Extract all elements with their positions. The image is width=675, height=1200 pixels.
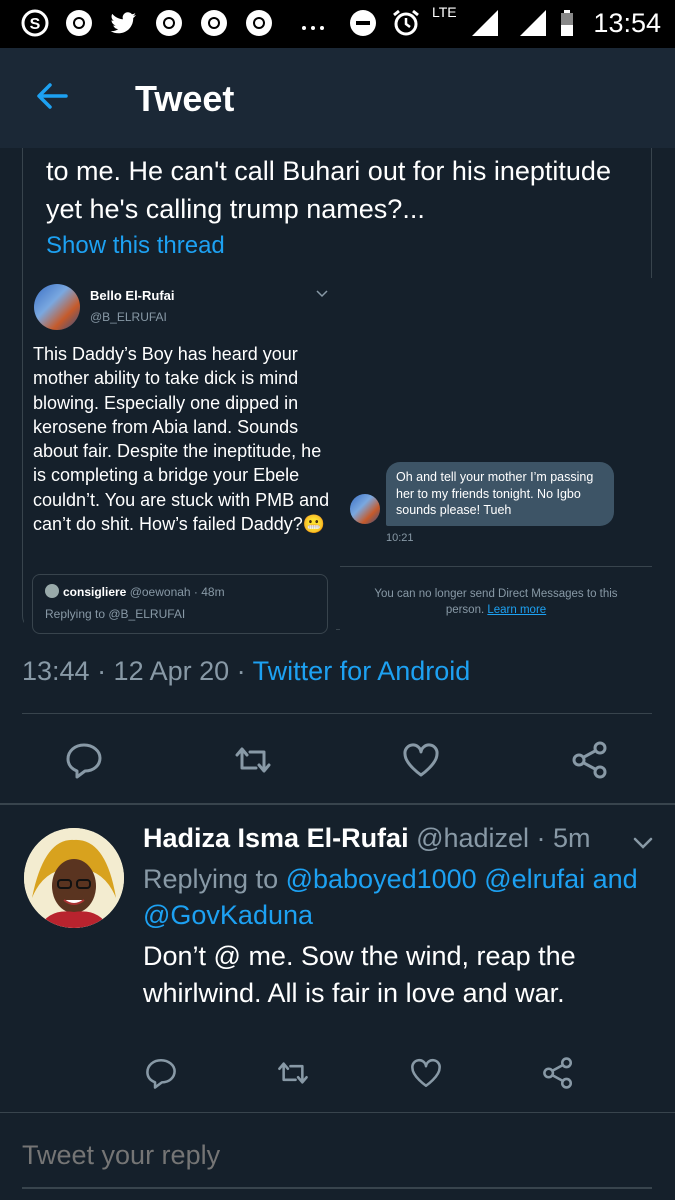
reply-tweet-text: Don’t @ me. Sow the wind, reap the whirl…	[143, 941, 576, 1008]
chrome-icon	[66, 10, 92, 36]
alarm-icon	[393, 9, 419, 36]
do-not-disturb-icon	[350, 10, 376, 36]
network-type: LTE	[432, 4, 457, 20]
replying-to: Replying to @baboyed1000 @elrufai and @Go…	[143, 864, 638, 930]
chevron-down-icon	[316, 290, 328, 298]
embedded-replying-to: Replying to @B_ELRUFAI	[45, 607, 186, 621]
retweet-icon[interactable]	[276, 1056, 310, 1090]
chrome-icon	[201, 10, 227, 36]
status-bar: S LTE 13:54	[0, 0, 675, 48]
reply-user-handle: @hadizel · 5m	[408, 823, 591, 853]
reply-icon[interactable]	[144, 1056, 178, 1090]
reply-icon[interactable]	[64, 740, 104, 780]
reply-user-name[interactable]: Hadiza Isma El-Rufai	[143, 823, 409, 853]
battery-icon	[561, 10, 573, 36]
avatar[interactable]	[24, 828, 124, 928]
mention-link[interactable]: @elrufai	[484, 864, 585, 894]
tweet-timestamp: 13:44 · 12 Apr 20 · Twitter for Android	[22, 656, 471, 686]
divider	[340, 566, 652, 567]
dm-message-bubble: Oh and tell your mother I’m passing her …	[386, 462, 614, 526]
page-title: Tweet	[135, 78, 235, 119]
attached-image-left[interactable]: Bello El-Rufai @B_ELRUFAI This Daddy’s B…	[24, 278, 336, 634]
retweet-icon[interactable]	[233, 740, 273, 780]
chrome-icon	[246, 10, 272, 36]
mention-link[interactable]: @GovKaduna	[143, 900, 313, 930]
embedded-user-handle: @B_ELRUFAI	[90, 310, 167, 324]
back-arrow-icon[interactable]	[34, 78, 70, 114]
signal-icon	[472, 10, 498, 36]
chevron-down-icon[interactable]	[632, 832, 654, 854]
embedded-quoted-user: consigliere @oewonah · 48m	[63, 585, 225, 599]
embedded-user-name: Bello El-Rufai	[90, 288, 175, 303]
avatar	[350, 494, 380, 524]
divider	[22, 713, 652, 714]
learn-more-link: Learn more	[487, 604, 547, 616]
embedded-tweet-text: This Daddy’s Boy has heard your mother a…	[33, 344, 330, 535]
show-thread-link[interactable]: Show this thread	[46, 232, 225, 260]
like-icon[interactable]	[401, 740, 441, 780]
clock: 13:54	[593, 8, 661, 38]
avatar	[45, 584, 59, 598]
reply-input[interactable]	[22, 1140, 652, 1171]
avatar	[34, 284, 80, 330]
quoted-tweet-text: to me. He can't call Buhari out for his …	[46, 156, 611, 224]
dm-timestamp: 10:21	[386, 532, 414, 544]
share-icon[interactable]	[541, 1056, 575, 1090]
svg-text:S: S	[30, 16, 41, 33]
embedded-quoted-tweet: consigliere @oewonah · 48m Replying to @…	[32, 574, 328, 634]
input-underline	[22, 1187, 652, 1189]
signal-icon	[520, 10, 546, 36]
dm-notice: You can no longer send Direct Messages t…	[374, 588, 618, 616]
reply-tweet-header: Hadiza Isma El-Rufai @hadizel · 5m	[143, 823, 591, 854]
s-icon: S	[21, 9, 49, 37]
attached-image-right[interactable]: Oh and tell your mother I’m passing her …	[340, 278, 652, 630]
more-dots-icon	[302, 26, 324, 30]
mention-link[interactable]: @baboyed1000	[286, 864, 477, 894]
divider	[0, 803, 675, 805]
twitter-icon	[110, 12, 136, 34]
share-icon[interactable]	[570, 740, 610, 780]
chrome-icon	[156, 10, 182, 36]
tweet-source-link[interactable]: Twitter for Android	[253, 656, 471, 686]
profile-photo	[24, 828, 124, 928]
like-icon[interactable]	[409, 1056, 443, 1090]
app-bar: Tweet	[0, 48, 675, 148]
